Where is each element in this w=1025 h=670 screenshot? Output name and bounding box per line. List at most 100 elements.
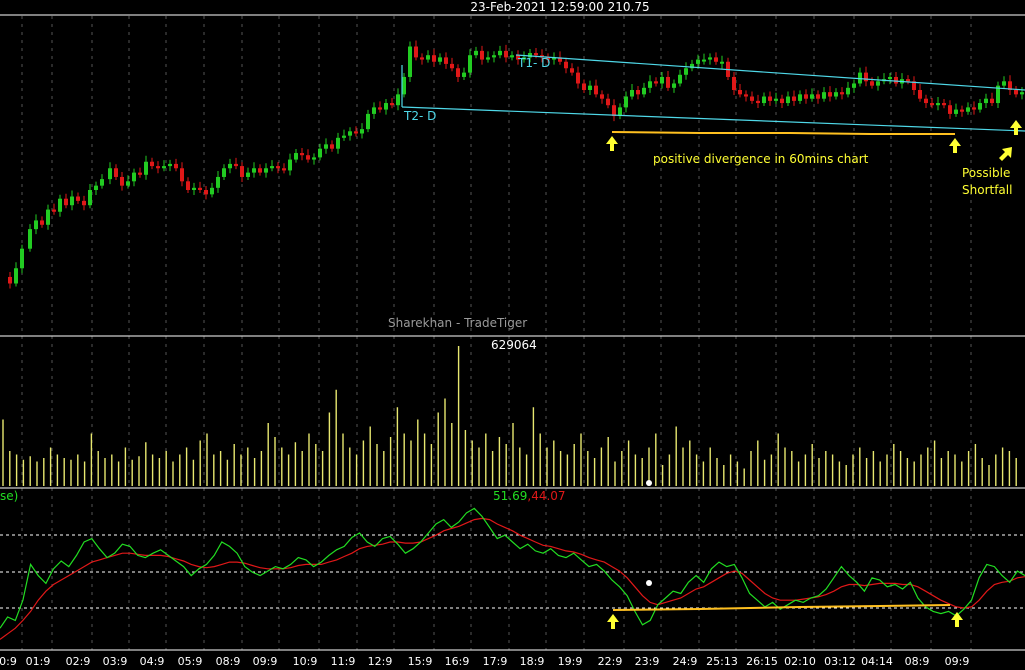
candle-body[interactable] (456, 68, 460, 77)
candle-body[interactable] (330, 144, 334, 149)
candle-body[interactable] (894, 76, 898, 84)
candle-body[interactable] (684, 68, 688, 75)
candle-body[interactable] (252, 168, 256, 173)
candle-body[interactable] (864, 72, 868, 82)
candle-body[interactable] (708, 57, 712, 60)
candle-body[interactable] (246, 172, 250, 177)
candle-body[interactable] (870, 81, 874, 86)
candle-body[interactable] (624, 96, 628, 108)
candle-body[interactable] (498, 50, 502, 56)
candle-body[interactable] (432, 55, 436, 62)
candle-body[interactable] (390, 103, 394, 106)
candle-body[interactable] (612, 105, 616, 117)
candle-body[interactable] (420, 57, 424, 60)
candle-body[interactable] (564, 61, 568, 69)
candle-body[interactable] (222, 168, 226, 177)
candle-body[interactable] (768, 96, 772, 101)
candle-body[interactable] (114, 168, 118, 177)
candle-body[interactable] (180, 168, 184, 182)
candle-body[interactable] (336, 137, 340, 149)
candle-body[interactable] (960, 109, 964, 112)
candle-body[interactable] (384, 103, 388, 110)
candle-body[interactable] (816, 94, 820, 99)
candle-body[interactable] (52, 209, 56, 212)
candle-body[interactable] (732, 76, 736, 90)
candle-body[interactable] (174, 163, 178, 169)
candle-body[interactable] (750, 96, 754, 101)
candle-body[interactable] (942, 103, 946, 106)
candle-body[interactable] (144, 161, 148, 175)
candle-body[interactable] (792, 96, 796, 101)
candle-body[interactable] (642, 87, 646, 95)
candle-body[interactable] (94, 185, 98, 190)
candle-body[interactable] (312, 157, 316, 160)
candle-body[interactable] (984, 98, 988, 104)
candle-body[interactable] (1020, 92, 1024, 95)
candle-body[interactable] (846, 87, 850, 95)
candle-body[interactable] (594, 85, 598, 95)
candle-body[interactable] (14, 268, 18, 284)
candle-body[interactable] (906, 79, 910, 82)
candle-body[interactable] (1014, 90, 1018, 95)
candle-body[interactable] (798, 94, 802, 101)
candle-body[interactable] (672, 83, 676, 88)
candle-body[interactable] (918, 90, 922, 99)
candle-body[interactable] (240, 166, 244, 177)
candle-body[interactable] (318, 148, 322, 158)
candle-body[interactable] (58, 198, 62, 212)
candle-body[interactable] (930, 103, 934, 106)
candle-body[interactable] (570, 68, 574, 73)
candle-body[interactable] (88, 190, 92, 206)
candle-body[interactable] (120, 176, 124, 186)
candle-body[interactable] (852, 83, 856, 88)
candle-body[interactable] (270, 166, 274, 169)
candle-body[interactable] (282, 168, 286, 171)
candle-body[interactable] (648, 81, 652, 88)
candle-body[interactable] (588, 85, 592, 90)
candle-body[interactable] (100, 179, 104, 186)
candle-body[interactable] (762, 96, 766, 104)
candle-body[interactable] (714, 57, 718, 62)
candle-body[interactable] (198, 187, 202, 190)
candle-body[interactable] (990, 98, 994, 104)
candle-body[interactable] (786, 96, 790, 104)
candle-body[interactable] (204, 190, 208, 195)
candle-body[interactable] (210, 187, 214, 195)
candle-body[interactable] (366, 113, 370, 130)
candle-body[interactable] (40, 220, 44, 225)
candle-body[interactable] (264, 168, 268, 173)
candle-body[interactable] (630, 90, 634, 97)
candle-body[interactable] (324, 144, 328, 149)
candle-body[interactable] (28, 229, 32, 249)
candle-body[interactable] (234, 163, 238, 167)
candle-body[interactable] (46, 209, 50, 225)
candle-body[interactable] (978, 103, 982, 110)
candle-body[interactable] (138, 172, 142, 175)
candle-body[interactable] (348, 131, 352, 136)
candle-body[interactable] (666, 76, 670, 88)
candle-body[interactable] (126, 181, 130, 186)
candle-body[interactable] (76, 196, 80, 201)
candle-body[interactable] (192, 187, 196, 190)
candle-body[interactable] (756, 100, 760, 104)
candle-body[interactable] (486, 57, 490, 60)
candle-body[interactable] (702, 59, 706, 62)
candle-body[interactable] (600, 94, 604, 99)
candle-body[interactable] (582, 83, 586, 90)
candle-body[interactable] (534, 53, 538, 56)
candle-body[interactable] (354, 131, 358, 134)
candle-body[interactable] (504, 50, 508, 58)
candle-body[interactable] (82, 200, 86, 206)
candle-body[interactable] (804, 94, 808, 99)
candle-body[interactable] (258, 168, 262, 173)
candle-body[interactable] (408, 46, 412, 77)
candle-body[interactable] (606, 98, 610, 106)
candle-body[interactable] (342, 135, 346, 138)
candle-body[interactable] (444, 57, 448, 64)
candle-body[interactable] (780, 98, 784, 104)
candle-body[interactable] (276, 166, 280, 169)
candle-body[interactable] (156, 166, 160, 169)
candle-body[interactable] (396, 94, 400, 106)
candle-body[interactable] (678, 74, 682, 84)
candle-body[interactable] (876, 81, 880, 86)
